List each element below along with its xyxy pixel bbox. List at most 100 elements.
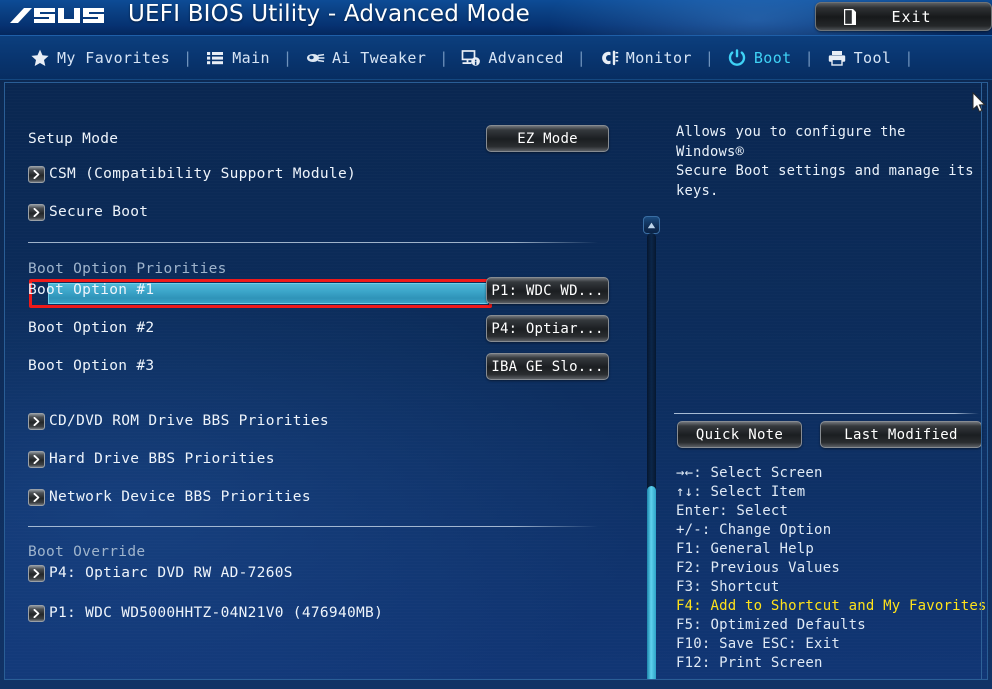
tab-main[interactable]: Main [205,36,270,80]
tab-boot[interactable]: Boot [727,36,792,80]
chevron-right-icon [28,412,45,430]
secure-boot-label: Secure Boot [49,204,149,220]
boot-option-3-value-label: IBA GE Slo... [491,358,604,375]
power-icon [728,49,746,66]
exit-button[interactable]: Exit [815,2,992,31]
key-hint: F5: Optimized Defaults [676,617,866,633]
key-legend: →←: Select Screen ↑↓: Select Item Enter:… [676,464,986,673]
tab-label: My Favorites [57,49,171,67]
app-title: UEFI BIOS Utility - Advanced Mode [128,1,531,27]
section-divider [28,526,598,527]
tab-label: Tool [853,49,892,67]
csm-label: CSM (Compatibility Support Module) [49,166,357,182]
nav-bar: My Favorites | Main | Ai Tweaker | Advan… [0,36,992,80]
vertical-scrollbar[interactable] [643,216,660,679]
boot-option-1-label: Boot Option #1 [28,282,155,298]
key-hint: F3: Shortcut [676,579,780,595]
content-frame: Setup Mode EZ Mode CSM (Compatibility Su… [4,82,988,680]
tab-label: Advanced [488,49,564,67]
nav-separator: | [282,49,292,67]
boot-option-2-value[interactable]: P4: Optiar... [486,315,609,342]
last-modified-label: Last Modified [844,426,958,443]
boot-option-1-row: Boot Option #1 [28,279,154,301]
nav-separator: | [904,49,914,67]
tab-tool[interactable]: Tool [827,36,892,80]
mouse-cursor [972,92,986,113]
setup-mode-row: Setup Mode [28,128,118,150]
scrollbar-thumb[interactable] [647,486,656,679]
boot-override-item-2-label: P1: WDC WD5000HHTZ-04N21V0 (476940MB) [49,605,384,621]
key-hint: F1: General Help [676,541,815,557]
help-description: Allows you to configure the Windows® Sec… [676,124,974,199]
boot-override-heading-label: Boot Override [28,544,146,560]
harddrive-bbs-label: Hard Drive BBS Priorities [49,451,275,467]
nav-separator: | [704,49,714,67]
boot-option-1-value[interactable]: P1: WDC WD... [486,277,609,304]
star-icon [31,49,49,66]
tab-label: Monitor [625,49,692,67]
bios-screen: UEFI BIOS Utility - Advanced Mode Exit M… [0,0,992,689]
key-hint: ↑↓: Select Item [676,484,806,500]
boot-override-item-1[interactable]: P4: Optiarc DVD RW AD-7260S [28,562,293,584]
boot-option-2-row: Boot Option #2 [28,317,154,339]
chevron-right-icon [28,203,45,221]
boot-override-item-1-label: P4: Optiarc DVD RW AD-7260S [49,565,293,581]
scroll-up-arrow-icon[interactable] [643,216,660,234]
nav-separator: | [439,49,449,67]
ez-mode-button[interactable]: EZ Mode [486,125,609,152]
boot-option-3-label: Boot Option #3 [28,358,155,374]
key-hint: →←: Select Screen [676,465,823,481]
quick-note-button[interactable]: Quick Note [677,421,802,448]
secure-boot-item[interactable]: Secure Boot [28,201,148,223]
boot-priorities-heading-label: Boot Option Priorities [28,261,227,277]
network-bbs-label: Network Device BBS Priorities [49,489,311,505]
key-hint: +/-: Change Option [676,522,832,538]
tab-label: Main [232,49,270,67]
csm-item[interactable]: CSM (Compatibility Support Module) [28,163,356,185]
advanced-info-icon [461,50,481,66]
nav-separator: | [576,49,586,67]
chevron-right-icon [28,450,45,468]
ez-mode-label: EZ Mode [517,130,578,147]
tab-advanced[interactable]: Advanced [461,36,563,80]
tweaker-icon [306,53,325,63]
nav-separator: | [804,49,814,67]
boot-option-3-row: Boot Option #3 [28,355,154,377]
boot-option-2-label: Boot Option #2 [28,320,155,336]
key-hint: Enter: Select [676,503,789,519]
exit-label: Exit [891,7,932,26]
help-pane-edge [981,83,982,679]
last-modified-button[interactable]: Last Modified [820,421,982,448]
key-hint-highlighted: F4: Add to Shortcut and My Favorites [676,598,987,614]
chevron-right-icon [28,165,45,183]
tab-my-favorites[interactable]: My Favorites [30,36,170,80]
boot-option-3-value[interactable]: IBA GE Slo... [486,353,609,380]
tab-label: Boot [753,49,792,67]
cddvd-bbs-label: CD/DVD ROM Drive BBS Priorities [49,413,329,429]
chevron-right-icon [28,604,45,622]
boot-option-2-value-label: P4: Optiar... [491,320,604,337]
chevron-right-icon [28,488,45,506]
setup-mode-label: Setup Mode [28,131,119,147]
network-bbs-item[interactable]: Network Device BBS Priorities [28,486,311,508]
cddvd-bbs-item[interactable]: CD/DVD ROM Drive BBS Priorities [28,410,329,432]
boot-option-1-value-label: P1: WDC WD... [491,282,604,299]
section-divider [28,242,598,243]
title-bar: UEFI BIOS Utility - Advanced Mode Exit [0,0,992,36]
chevron-right-icon [28,564,45,582]
boot-override-heading: Boot Override [28,541,145,563]
tab-label: Ai Tweaker [331,49,427,67]
tab-ai-tweaker[interactable]: Ai Tweaker [305,36,426,80]
help-pane: Allows you to configure the Windows® Sec… [668,83,987,679]
key-hint: F2: Previous Values [676,560,840,576]
list-icon [207,52,224,65]
tab-monitor[interactable]: Monitor [599,36,692,80]
key-hint: F12: Print Screen [676,655,823,671]
nav-separator: | [183,49,193,67]
tool-printer-icon [828,51,845,66]
harddrive-bbs-item[interactable]: Hard Drive BBS Priorities [28,448,275,470]
boot-override-item-2[interactable]: P1: WDC WD5000HHTZ-04N21V0 (476940MB) [28,602,383,624]
key-hint: F10: Save ESC: Exit [676,636,840,652]
exit-door-icon [844,9,856,25]
monitor-gauge-icon [601,50,618,66]
